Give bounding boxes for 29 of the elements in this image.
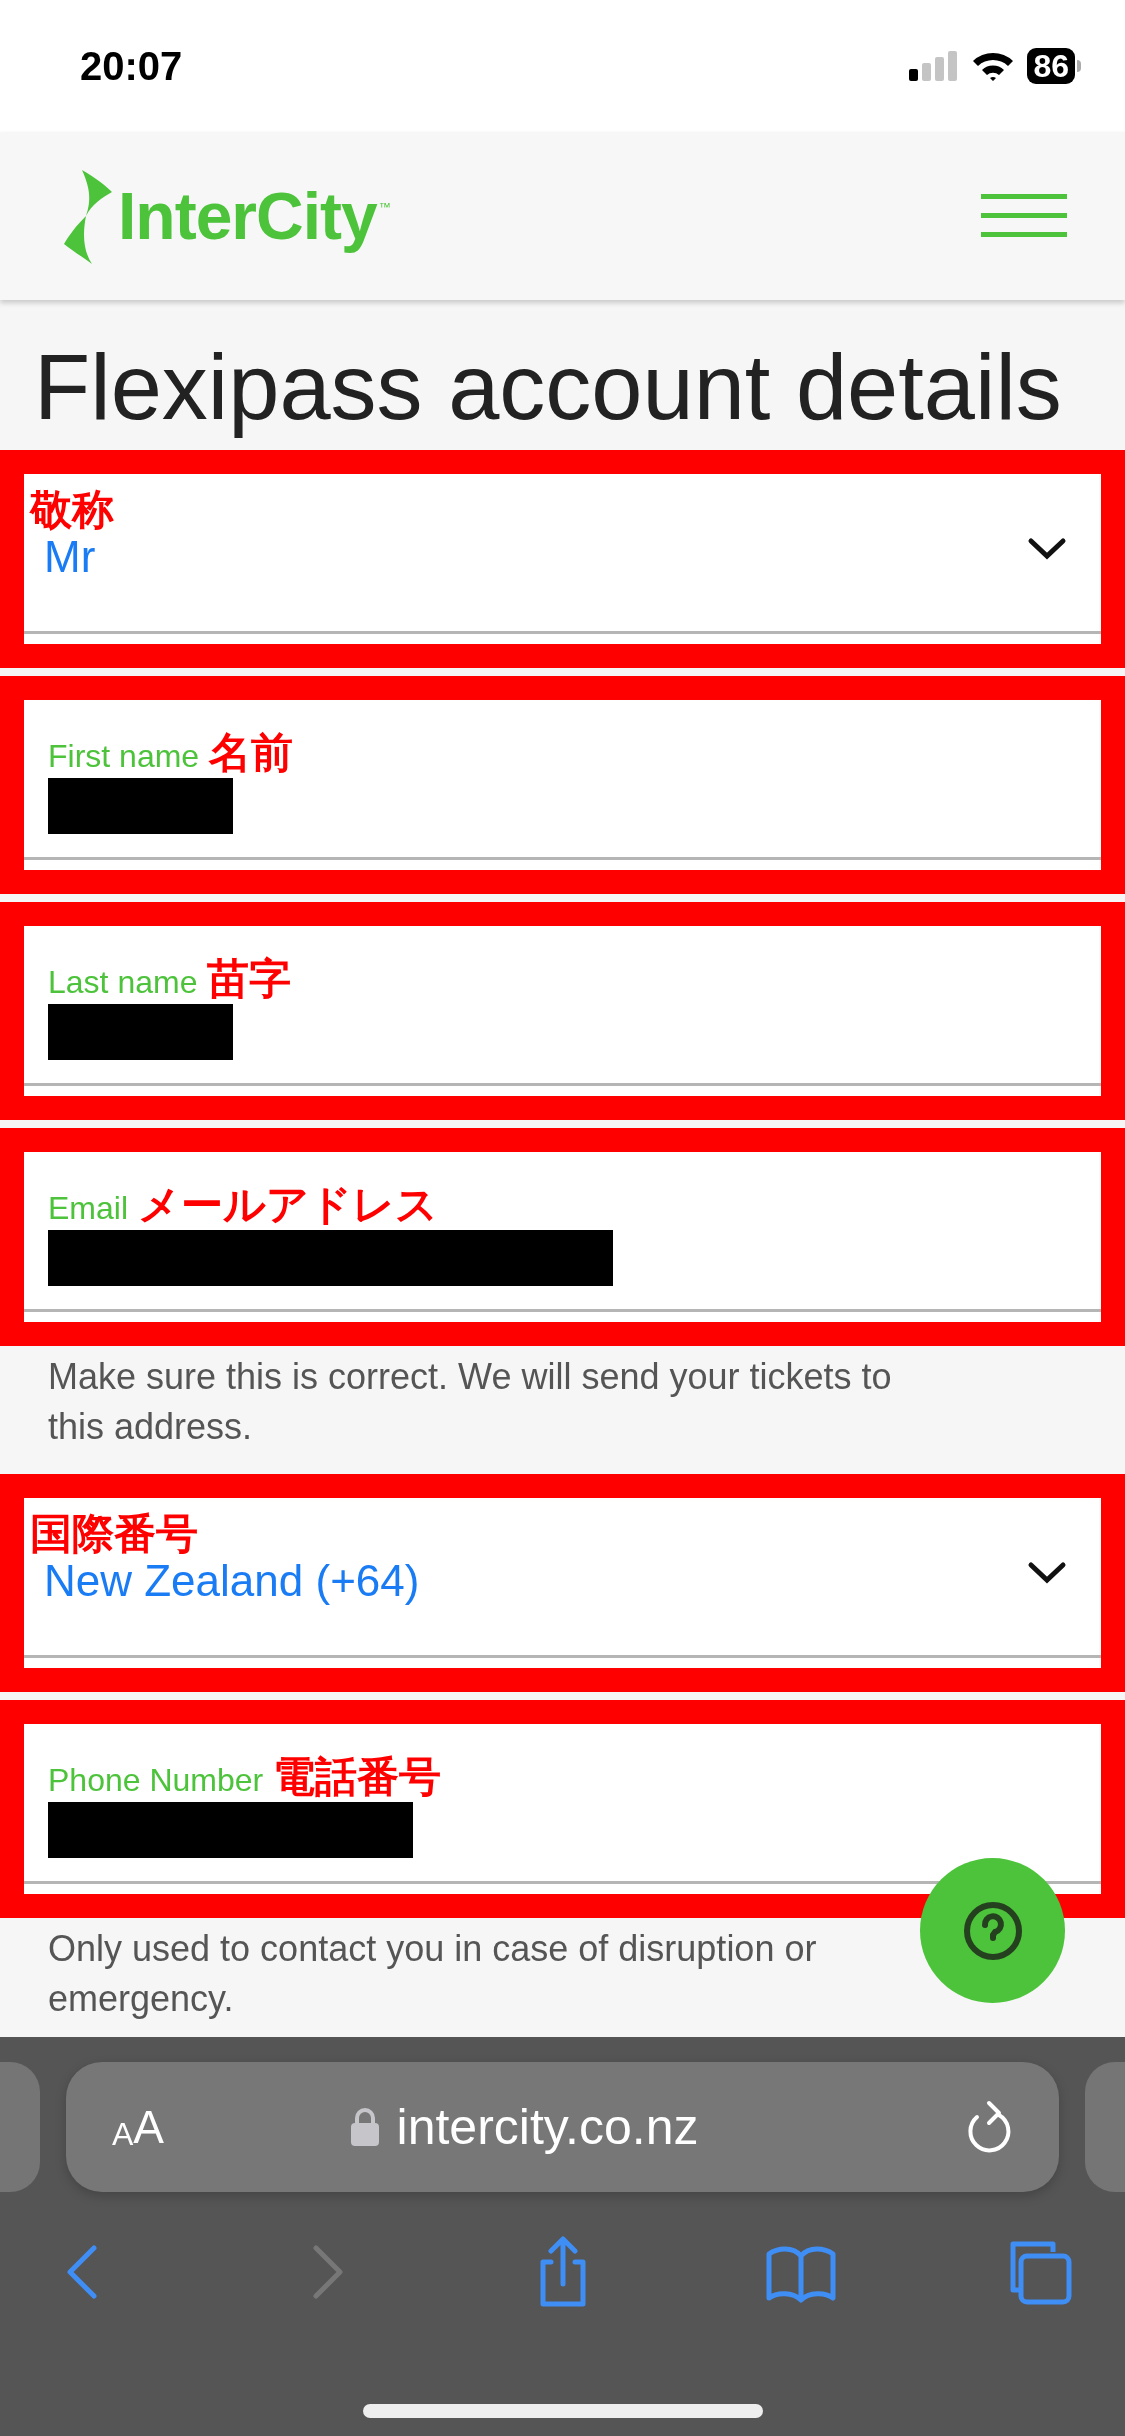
select-value: New Zealand (+64) [43,1556,420,1606]
chevron-down-icon [1027,536,1067,562]
field-label: Phone Number [48,1761,264,1800]
signal-icon [909,51,960,81]
battery-indicator: 86 [1027,48,1081,84]
url-text: intercity.co.nz [396,2102,699,2152]
field-label: First name [48,737,200,776]
helper-text: Only used to contact you in case of disruption or emergency. [48,1927,818,2021]
annotation-label: 敬称 [30,488,114,532]
lock-icon [350,2108,379,2146]
reload-icon[interactable] [965,2099,1013,2155]
intercity-logo[interactable]: InterCity™ [62,168,391,264]
address-bar[interactable]: AA intercity.co.nz [66,2062,1059,2192]
page-title: Flexipass account details [33,335,1063,440]
select-value: Mr [43,532,97,582]
question-icon [962,1900,1023,1961]
wifi-icon [971,50,1016,82]
annotation-label: メールアドレス [138,1182,438,1228]
status-time: 20:07 [80,43,183,90]
annotation-label: 国際番号 [30,1512,199,1556]
annotation-label: 電話番号 [273,1754,442,1800]
menu-icon[interactable] [981,194,1067,238]
annotation-label: 名前 [209,730,294,776]
field-label: Last name [48,963,198,1002]
chevron-down-icon [1027,1560,1067,1586]
field-label: Email [48,1189,128,1228]
helper-text: Make sure this is correct. We will send your tickets to this address. [48,1355,893,1449]
text-size-button[interactable]: AA [112,2104,165,2150]
annotation-label: 苗字 [207,956,292,1002]
